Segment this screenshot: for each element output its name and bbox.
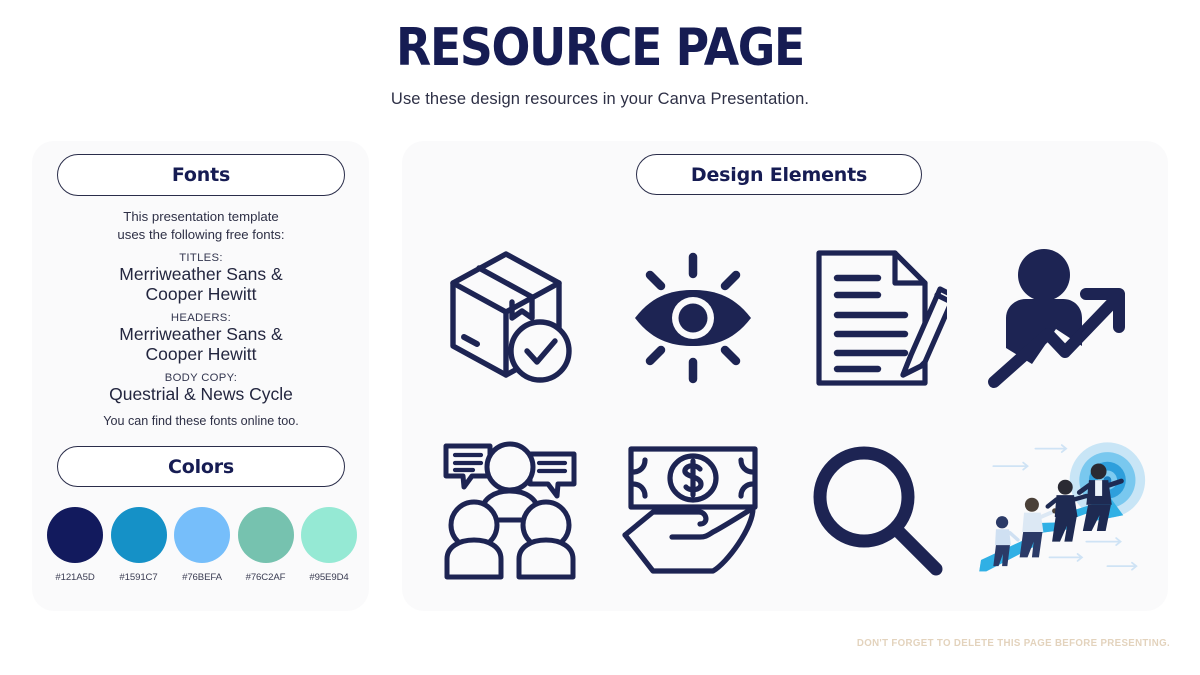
design-elements-heading-label: Design Elements [690, 163, 868, 186]
person-growth-arrow-icon [974, 228, 1146, 408]
color-swatch-hex: #76C2AF [245, 572, 286, 583]
color-swatch-dot [237, 507, 294, 563]
font-group-value-line-2: Cooper Hewitt [145, 283, 257, 304]
magnifying-glass-icon [791, 420, 963, 600]
slide-canvas: RESOURCE PAGE Use these design resources… [0, 0, 1200, 675]
document-pencil-icon [791, 228, 963, 408]
color-swatch-item: #95E9D4 [301, 507, 357, 583]
font-group-label: HEADERS: [170, 312, 232, 324]
fonts-note: You can find these fonts online too. [103, 413, 299, 428]
font-group-value-line-1: Questrial & News Cycle [109, 384, 293, 404]
font-group-titles: TITLES: Merriweather Sans & Cooper Hewit… [40, 252, 362, 303]
design-elements-heading-pill: Design Elements [636, 154, 922, 195]
package-check-icon [424, 228, 596, 408]
color-swatch-item: #76BEFA [174, 507, 230, 583]
font-group-headers: HEADERS: Merriweather Sans & Cooper Hewi… [40, 312, 362, 363]
color-swatch-hex: #76BEFA [182, 572, 222, 583]
color-swatch-item: #76C2AF [237, 507, 294, 583]
fonts-heading-label: Fonts [171, 164, 231, 186]
eye-vision-icon [607, 228, 779, 408]
color-swatch-dot [174, 507, 230, 563]
color-swatch-dot [47, 507, 103, 563]
colors-heading-label: Colors [167, 455, 235, 478]
people-speech-bubbles-icon [424, 420, 596, 600]
font-group-label: TITLES: [179, 252, 223, 264]
color-swatch-dot [110, 507, 167, 563]
font-group-value-line-2: Cooper Hewitt [145, 343, 257, 364]
fonts-intro-line-1: This presentation template [123, 209, 279, 224]
team-climbing-arrow-target-illustration [974, 420, 1146, 600]
design-elements-grid [418, 222, 1152, 606]
color-swatch-hex: #121A5D [55, 572, 95, 583]
color-swatch-item: #1591C7 [110, 507, 167, 583]
fonts-content: This presentation template uses the foll… [40, 208, 362, 428]
page-subtitle: Use these design resources in your Canva… [390, 90, 810, 108]
color-swatch-hex: #95E9D4 [309, 572, 349, 583]
fonts-intro-line-2: uses the following free fonts: [117, 226, 285, 242]
font-group-value-line-1: Merriweather Sans & [119, 264, 283, 284]
footer-reminder-note: DON'T FORGET TO DELETE THIS PAGE BEFORE … [856, 638, 1170, 649]
fonts-intro: This presentation template uses the foll… [40, 208, 362, 243]
font-group-label: BODY COPY: [164, 372, 238, 384]
page-title: RESOURCE PAGE [396, 18, 805, 78]
colors-heading-pill: Colors [57, 446, 345, 487]
color-swatch-hex: #1591C7 [119, 572, 158, 583]
font-group-body-copy: BODY COPY: Questrial & News Cycle [40, 372, 362, 404]
color-swatch-dot [301, 507, 357, 563]
color-swatch-item: #121A5D [47, 507, 103, 583]
fonts-heading-pill: Fonts [57, 154, 345, 196]
hand-holding-money-icon [607, 420, 779, 600]
color-swatch-row: #121A5D #1591C7 #76BEFA #76C2AF #95E9D4 [47, 507, 357, 583]
font-group-value-line-1: Merriweather Sans & [119, 324, 283, 344]
